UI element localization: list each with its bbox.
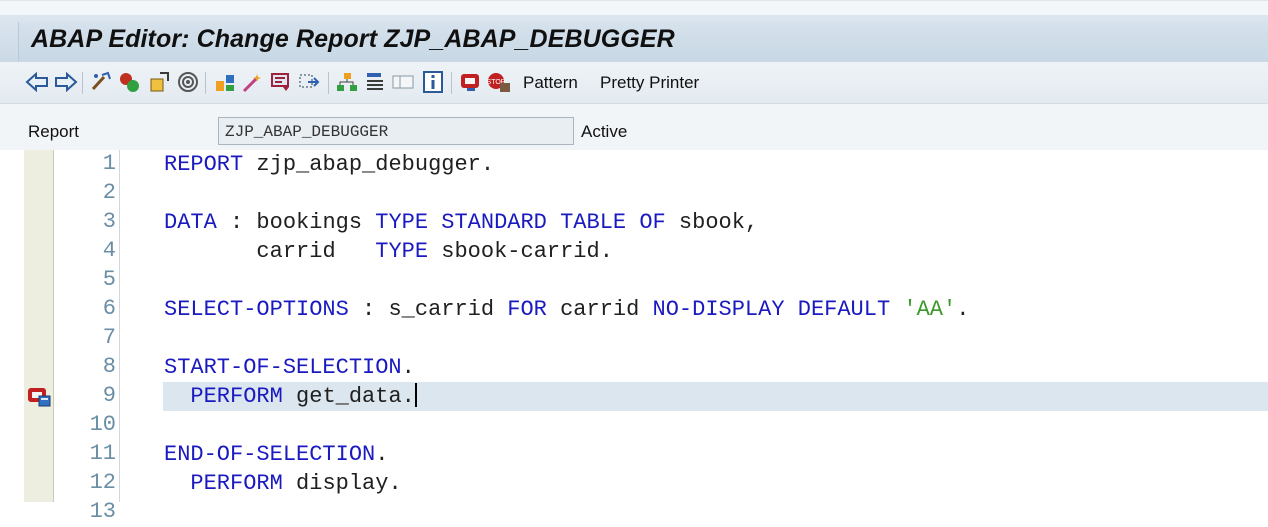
object-window-icon[interactable] xyxy=(391,70,415,94)
forward-arrow-icon[interactable] xyxy=(54,70,78,94)
set-session-breakpoint-icon[interactable]: STOP xyxy=(487,70,511,94)
pattern-list-icon[interactable] xyxy=(363,70,387,94)
check-object-icon[interactable] xyxy=(148,70,172,94)
toggle-display-change-icon[interactable] xyxy=(90,70,114,94)
report-header: Report ZJP_ABAP_DEBUGGER Active xyxy=(0,104,1268,150)
code-line[interactable]: 10 xyxy=(0,411,1268,440)
line-number: 10 xyxy=(89,412,116,437)
code-line[interactable]: 3 DATA : bookings TYPE STANDARD TABLE OF … xyxy=(0,208,1268,237)
test-icon[interactable] xyxy=(213,70,237,94)
hierarchy-icon[interactable] xyxy=(335,70,359,94)
text-cursor xyxy=(414,383,417,407)
line-number: 4 xyxy=(102,238,116,263)
pattern-button[interactable]: Pattern xyxy=(521,71,580,95)
code-text[interactable]: PERFORM get_data. xyxy=(164,382,417,411)
activate-icon[interactable] xyxy=(176,70,200,94)
code-text[interactable]: REPORT zjp_abap_debugger. xyxy=(164,150,494,179)
code-text[interactable]: PERFORM display. xyxy=(164,469,401,498)
back-arrow-icon[interactable] xyxy=(25,70,49,94)
code-line[interactable]: 13 xyxy=(0,498,1268,527)
line-number: 5 xyxy=(102,267,116,292)
toolbar-separator xyxy=(451,72,452,94)
toolbar-separator xyxy=(205,72,206,94)
line-number: 9 xyxy=(102,383,116,408)
display-navigation-icon[interactable] xyxy=(298,70,322,94)
line-number: 13 xyxy=(89,499,116,524)
title-bar: ABAP Editor: Change Report ZJP_ABAP_DEBU… xyxy=(0,0,1268,63)
breakpoint-icon[interactable] xyxy=(27,385,51,407)
code-line[interactable]: 12 PERFORM display. xyxy=(0,469,1268,498)
where-used-icon[interactable] xyxy=(241,70,265,94)
code-line[interactable]: 11 END-OF-SELECTION. xyxy=(0,440,1268,469)
code-line[interactable]: 7 xyxy=(0,324,1268,353)
toolbar-separator xyxy=(328,72,329,94)
code-line[interactable]: 6 SELECT-OPTIONS : s_carrid FOR carrid NO… xyxy=(0,295,1268,324)
title-strip: ABAP Editor: Change Report ZJP_ABAP_DEBU… xyxy=(18,22,1268,63)
code-line[interactable]: 8 START-OF-SELECTION. xyxy=(0,353,1268,382)
code-text[interactable]: END-OF-SELECTION. xyxy=(164,440,388,469)
line-number: 2 xyxy=(102,180,116,205)
code-text[interactable]: START-OF-SELECTION. xyxy=(164,353,415,382)
line-number: 3 xyxy=(102,209,116,234)
line-number: 1 xyxy=(102,151,116,176)
report-name-field[interactable]: ZJP_ABAP_DEBUGGER xyxy=(218,117,574,145)
status-text: Active xyxy=(581,122,628,141)
set-breakpoint-icon[interactable] xyxy=(459,70,483,94)
toolbar-separator xyxy=(82,72,83,94)
report-label: Report xyxy=(28,122,80,141)
code-editor[interactable]: 1 REPORT zjp_abap_debugger. 2 3 DATA : booki… xyxy=(0,150,1268,524)
line-number: 6 xyxy=(102,296,116,321)
active-inactive-icon[interactable] xyxy=(118,70,142,94)
line-number: 8 xyxy=(102,354,116,379)
window-title: ABAP Editor: Change Report ZJP_ABAP_DEBU… xyxy=(31,25,675,53)
object-list-icon[interactable] xyxy=(269,70,293,94)
code-line[interactable]: 4 carrid TYPE sbook-carrid. xyxy=(0,237,1268,266)
line-number: 7 xyxy=(102,325,116,350)
code-line[interactable]: 9 PERFORM get_data. xyxy=(0,382,1268,411)
code-text[interactable]: carrid TYPE sbook-carrid. xyxy=(164,237,612,266)
code-line[interactable]: 2 xyxy=(0,179,1268,208)
code-text[interactable]: DATA : bookings TYPE STANDARD TABLE OF s… xyxy=(164,208,758,237)
code-line[interactable]: 1 REPORT zjp_abap_debugger. xyxy=(0,150,1268,179)
application-toolbar: STOP Pattern Pretty Printer xyxy=(0,62,1268,104)
pretty-printer-button[interactable]: Pretty Printer xyxy=(598,71,701,95)
info-icon[interactable] xyxy=(421,70,445,94)
code-text[interactable]: SELECT-OPTIONS : s_carrid FOR carrid NO-… xyxy=(164,295,969,324)
line-number: 12 xyxy=(89,470,116,495)
code-line[interactable]: 5 xyxy=(0,266,1268,295)
line-number: 11 xyxy=(89,441,116,466)
